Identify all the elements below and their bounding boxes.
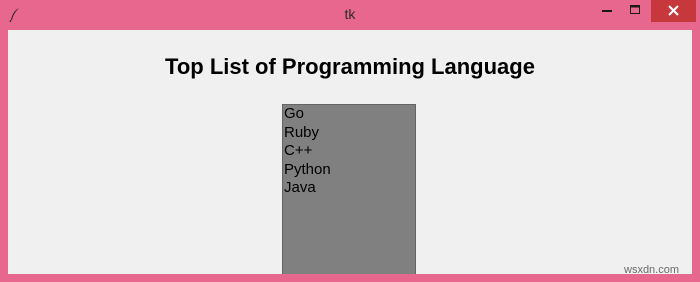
maximize-icon bbox=[630, 5, 640, 14]
list-item[interactable]: Java bbox=[284, 179, 415, 198]
minimize-button[interactable] bbox=[593, 0, 621, 22]
language-list: Go Ruby C++ Python Java bbox=[283, 105, 415, 198]
title-bar[interactable]: tk bbox=[0, 0, 700, 30]
minimize-icon bbox=[602, 10, 612, 12]
window-content: Top List of Programming Language Go Ruby… bbox=[8, 30, 692, 274]
watermark: wsxdn.com bbox=[624, 264, 680, 276]
list-item[interactable]: Go bbox=[284, 105, 415, 124]
page-title: Top List of Programming Language bbox=[165, 54, 535, 79]
app-window: tk Top List of Programming Language Go R… bbox=[0, 0, 700, 282]
close-icon bbox=[668, 5, 679, 16]
maximize-button[interactable] bbox=[621, 0, 649, 22]
list-item[interactable]: Python bbox=[284, 161, 415, 180]
list-item[interactable]: Ruby bbox=[284, 124, 415, 143]
close-button[interactable] bbox=[651, 0, 696, 22]
list-item[interactable]: C++ bbox=[284, 142, 415, 161]
language-listbox[interactable]: Go Ruby C++ Python Java bbox=[282, 104, 416, 274]
